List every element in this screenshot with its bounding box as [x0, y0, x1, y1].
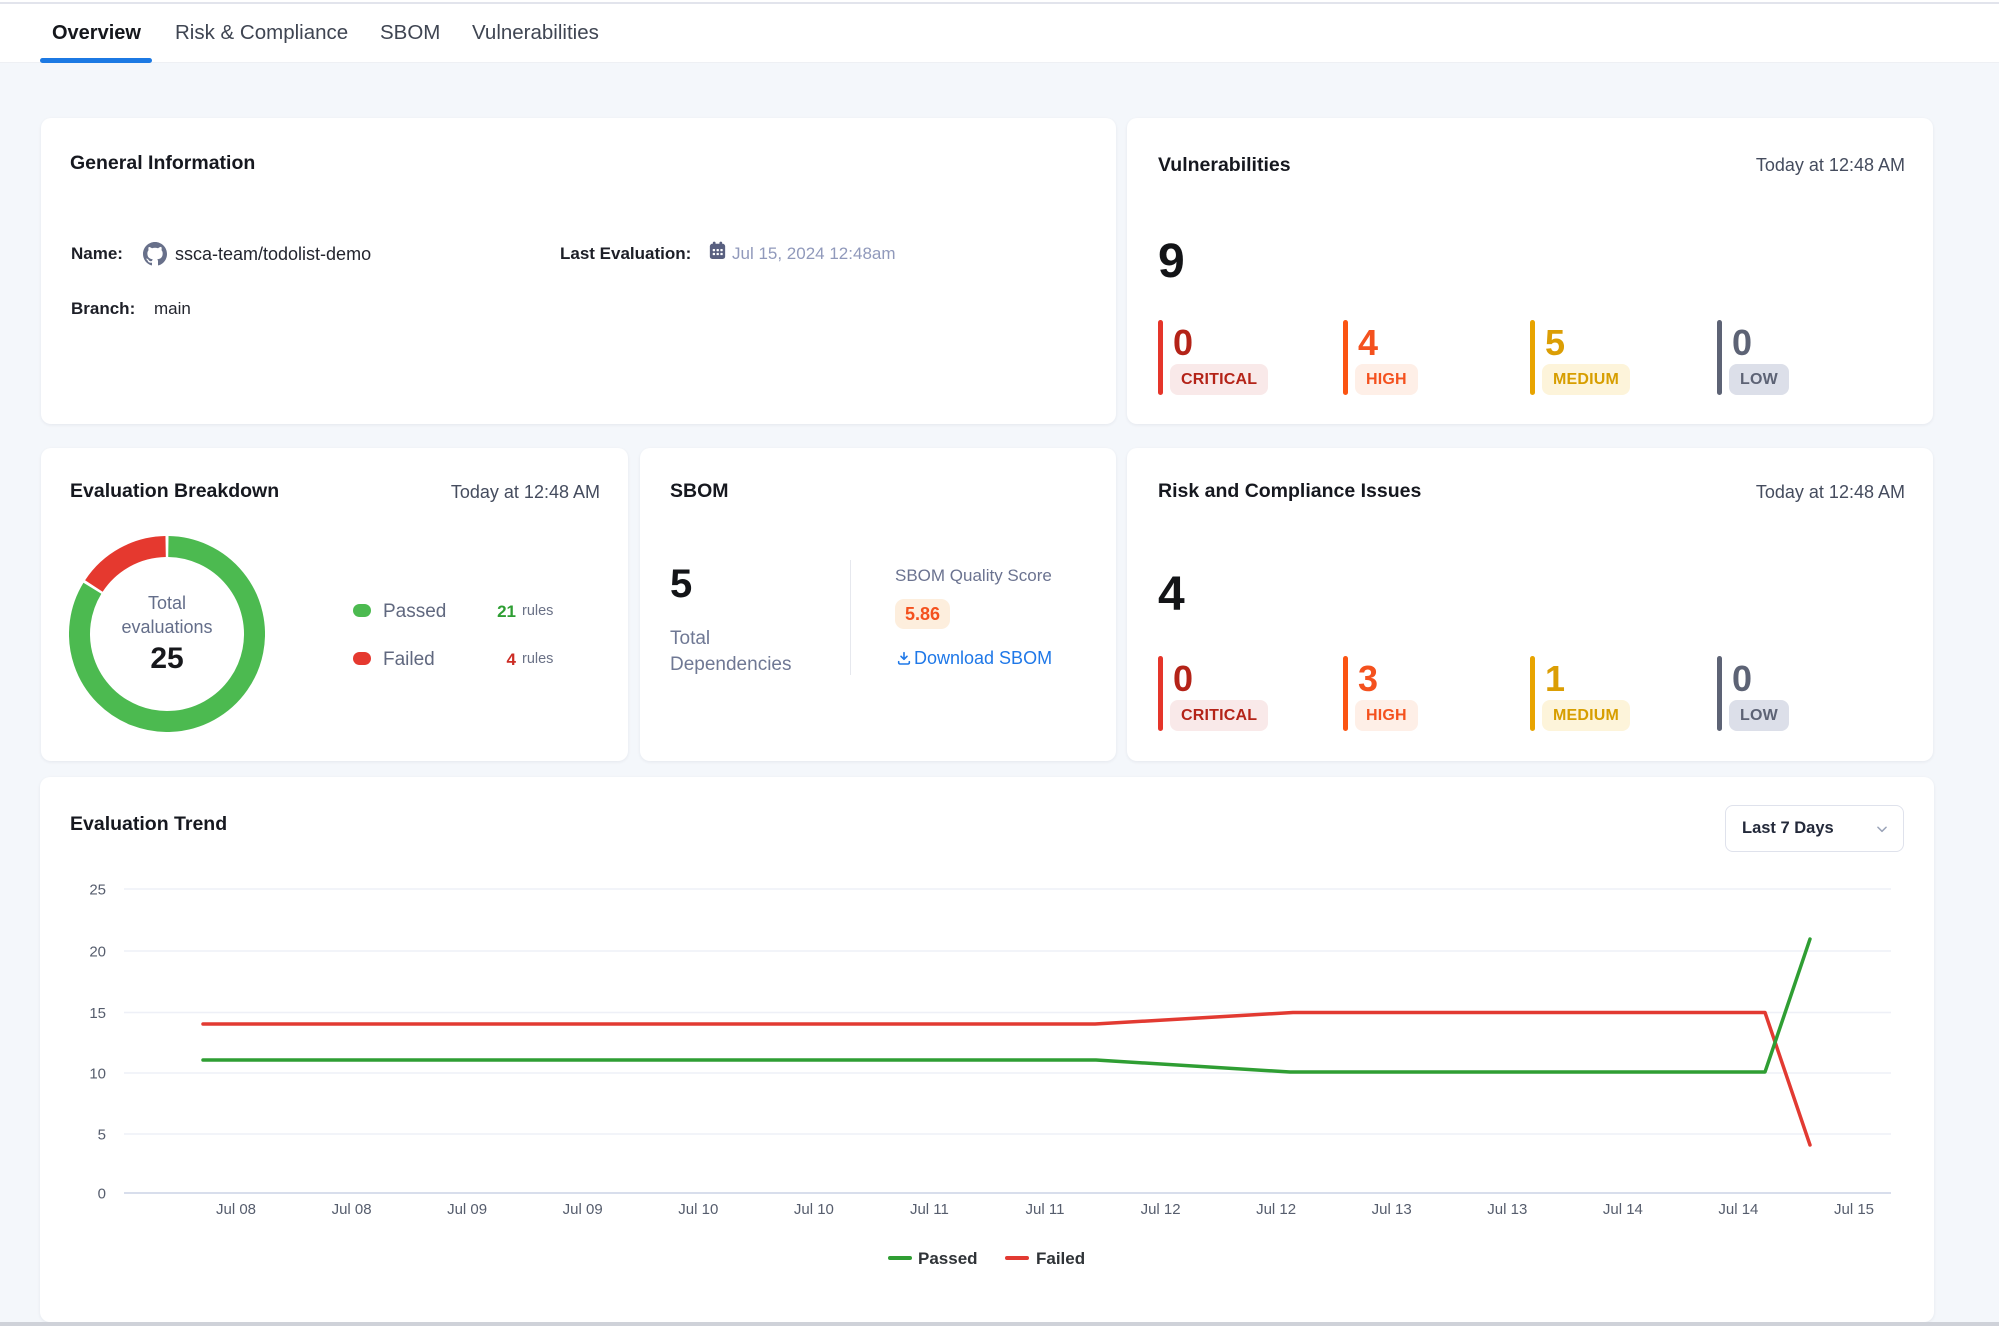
- svg-text:Jul 15: Jul 15: [1834, 1201, 1874, 1218]
- svg-text:0: 0: [98, 1185, 106, 1202]
- svg-text:Jul 09: Jul 09: [447, 1201, 487, 1218]
- svg-text:10: 10: [89, 1065, 106, 1082]
- svg-text:Jul 13: Jul 13: [1487, 1201, 1527, 1218]
- svg-text:5: 5: [98, 1126, 106, 1143]
- svg-text:15: 15: [89, 1005, 106, 1022]
- svg-text:Jul 14: Jul 14: [1718, 1201, 1758, 1218]
- svg-text:Jul 13: Jul 13: [1372, 1201, 1412, 1218]
- svg-text:Jul 12: Jul 12: [1141, 1201, 1181, 1218]
- svg-text:Jul 09: Jul 09: [563, 1201, 603, 1218]
- svg-text:Jul 12: Jul 12: [1256, 1201, 1296, 1218]
- svg-text:20: 20: [89, 943, 106, 960]
- svg-text:Jul 11: Jul 11: [910, 1201, 949, 1218]
- svg-text:Jul 11: Jul 11: [1026, 1201, 1065, 1218]
- svg-text:Jul 10: Jul 10: [678, 1201, 718, 1218]
- svg-text:Jul 14: Jul 14: [1603, 1201, 1643, 1218]
- svg-text:25: 25: [89, 881, 106, 898]
- svg-text:Jul 08: Jul 08: [332, 1201, 372, 1218]
- svg-text:Jul 10: Jul 10: [794, 1201, 834, 1218]
- svg-text:Jul 08: Jul 08: [216, 1201, 256, 1218]
